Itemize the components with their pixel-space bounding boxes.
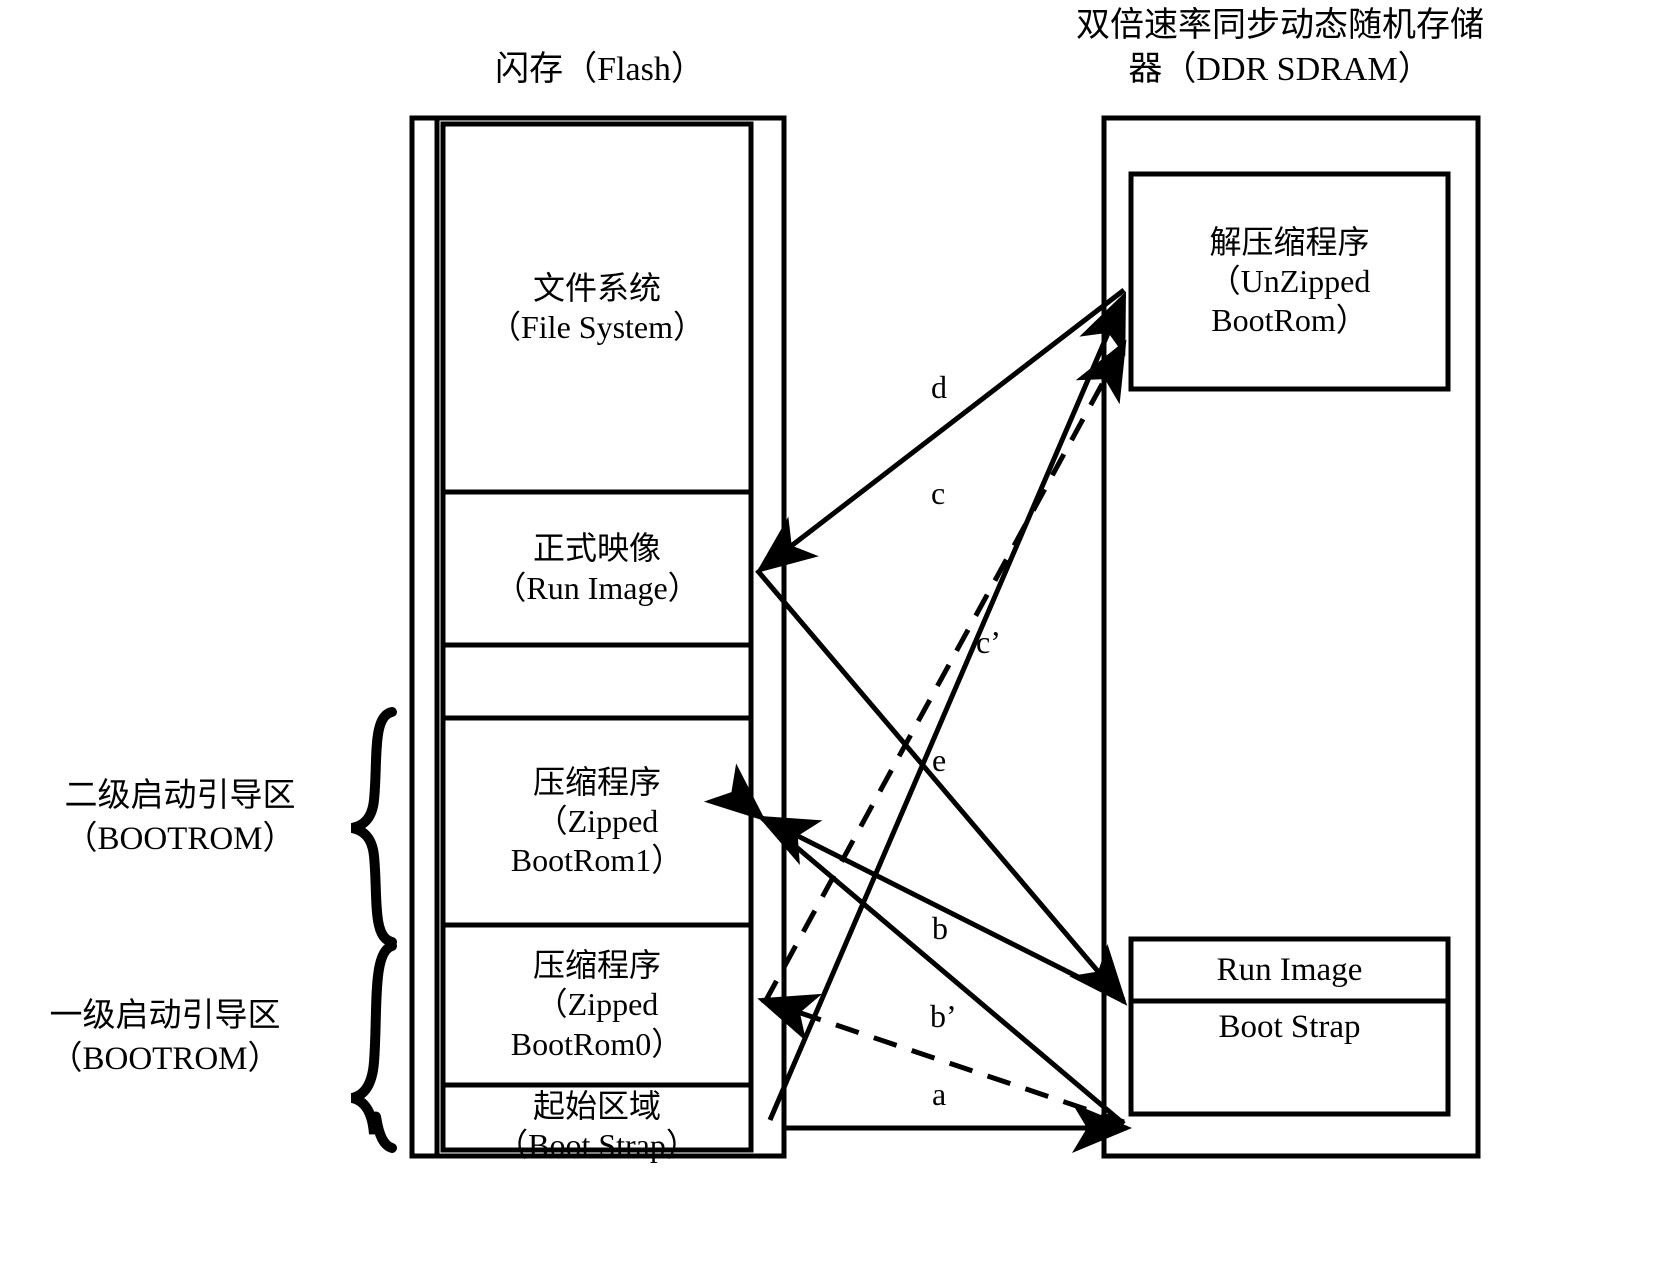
arrow-c-line <box>767 291 1127 1121</box>
arrow-label-d: d <box>931 369 947 405</box>
diagram-vector-layer <box>350 115 1481 1159</box>
arrow-label-c-prime: c’ <box>976 624 1001 660</box>
bracket-primary-bootrom <box>350 941 397 1153</box>
arrow-label-a: a <box>932 1076 947 1112</box>
diagram-canvas: 闪存（Flash） 双倍速率同步动态随机存储 器（DDR SDRAM） 文件系统… <box>0 0 1675 1278</box>
flash-outer-box <box>409 115 787 1159</box>
bracket-secondary-bootrom <box>350 707 397 947</box>
bracket-label-secondary-bootrom: 二级启动引导区 （BOOTROM） <box>64 778 296 857</box>
arrow-c-prime-line <box>762 339 1127 1004</box>
bracket-group <box>350 707 397 1153</box>
arrow-label-c: c <box>931 475 946 511</box>
bracket-label-primary-bootrom: 一级启动引导区 （BOOTROM） <box>49 998 281 1077</box>
ddr-block-outlines <box>1128 171 1451 1117</box>
flash-block-outlines <box>440 121 754 1153</box>
arrow-label-e: e <box>932 742 947 778</box>
arrow-label-b: b <box>932 910 948 946</box>
arrow-label-b-prime: b’ <box>930 998 957 1034</box>
